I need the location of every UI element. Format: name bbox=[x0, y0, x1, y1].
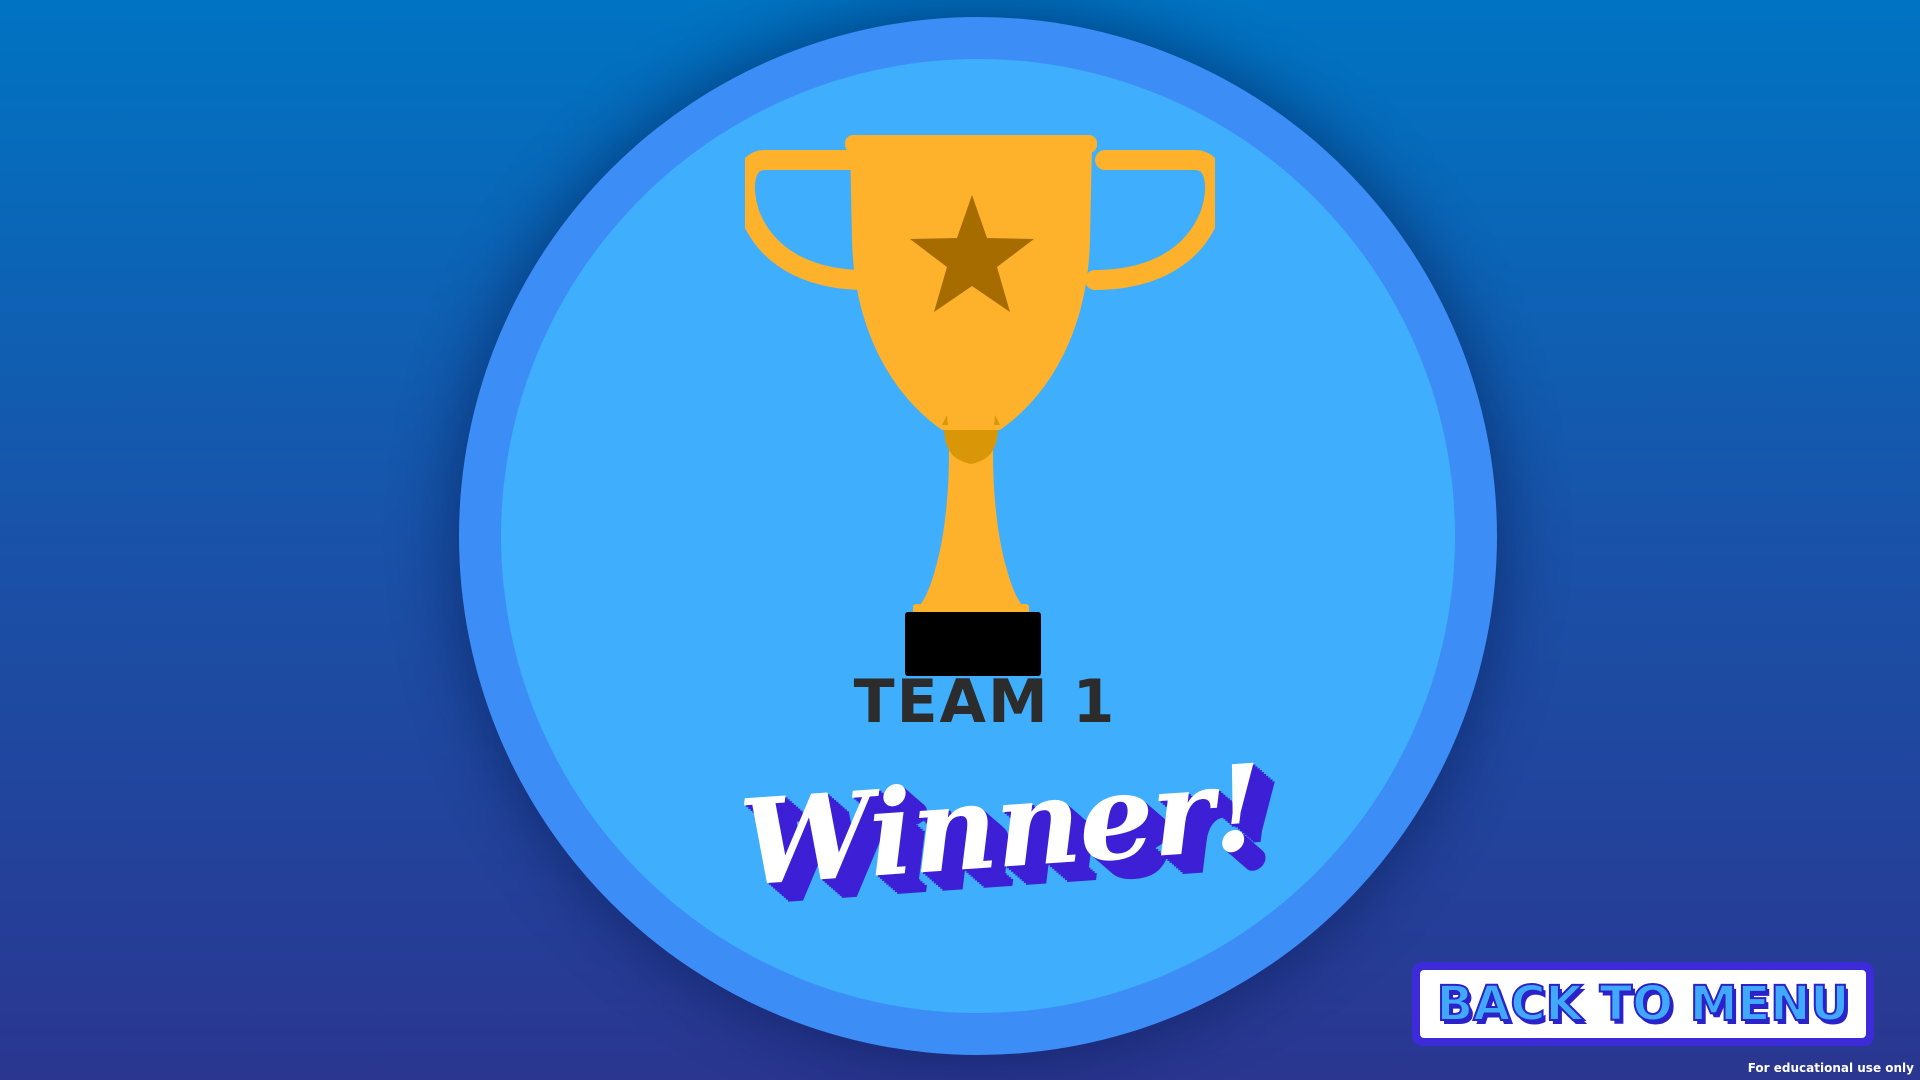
back-to-menu-label: BACK TO MENU bbox=[1436, 976, 1851, 1032]
winning-team-label: TEAM 1 bbox=[853, 667, 1117, 737]
trophy-right-handle bbox=[1085, 150, 1215, 290]
trophy-left-handle bbox=[745, 150, 875, 290]
back-to-menu-button[interactable]: BACK TO MENU bbox=[1412, 962, 1874, 1046]
trophy-icon bbox=[745, 135, 1215, 676]
educational-use-note: For educational use only bbox=[1747, 1061, 1914, 1075]
winner-banner: Winner! bbox=[736, 738, 1266, 950]
back-to-menu-button-face[interactable]: BACK TO MENU bbox=[1420, 970, 1866, 1038]
trophy-cup bbox=[850, 145, 1092, 430]
winner-text: Winner! bbox=[735, 737, 1267, 913]
